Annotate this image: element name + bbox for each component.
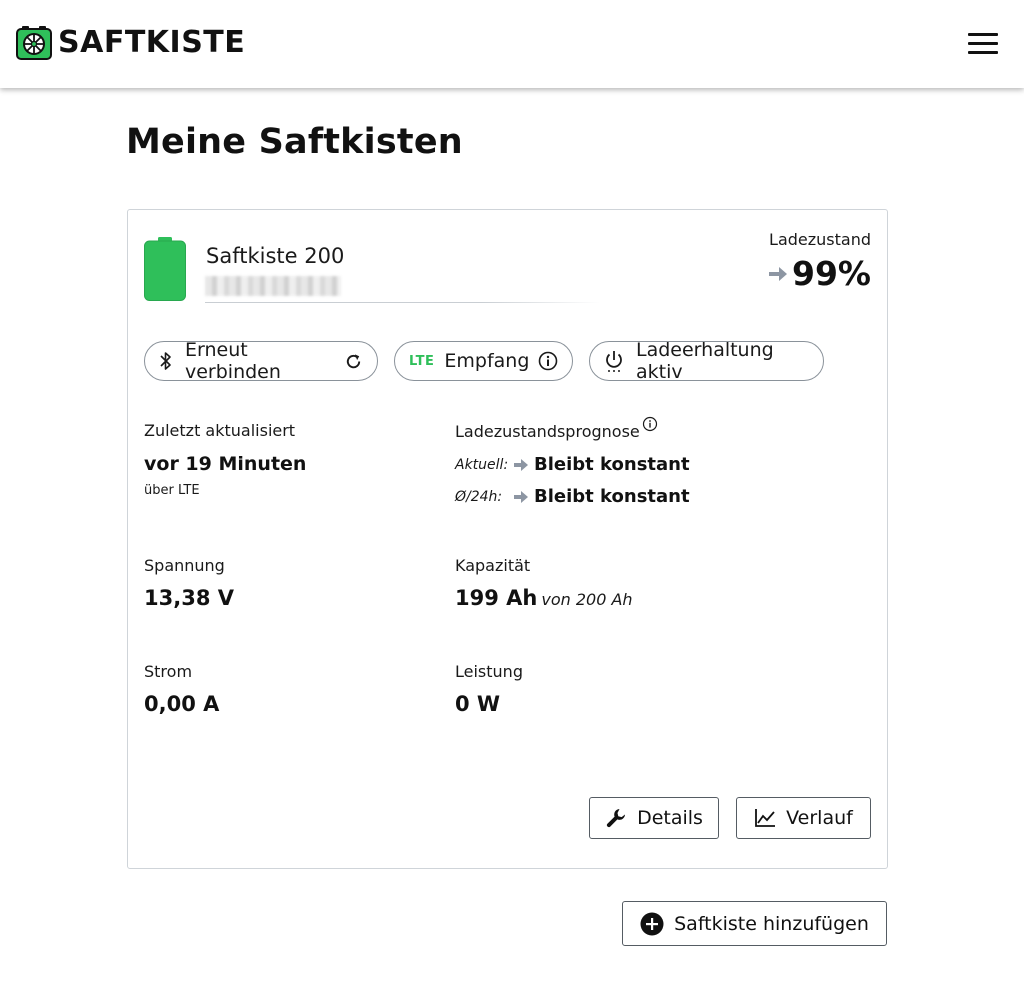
battery-full-icon <box>144 237 186 301</box>
top-bar: SAFTKISTE <box>0 0 1024 88</box>
last-updated-label: Zuletzt aktualisiert <box>144 421 296 440</box>
history-label: Verlauf <box>786 807 853 829</box>
details-button[interactable]: Details <box>589 797 719 839</box>
capacity-value-group: 199 Ah von 200 Ah <box>455 586 633 610</box>
add-saftkiste-button[interactable]: Saftkiste hinzufügen <box>622 901 887 946</box>
capacity-value: 199 Ah <box>455 586 538 610</box>
device-card: Saftkiste 200 Ladezustand 99% Erneut ver… <box>127 209 888 869</box>
last-updated-via: über LTE <box>144 483 200 498</box>
soc-label: Ladezustand <box>769 230 871 249</box>
forecast-current-key: Aktuell: <box>455 456 509 473</box>
capacity-label: Kapazität <box>455 556 531 575</box>
voltage-label: Spannung <box>144 556 225 575</box>
reception-label: Empfang <box>444 350 530 372</box>
soc-value: 99% <box>792 254 871 293</box>
plus-circle-icon <box>640 912 664 935</box>
reconnect-button[interactable]: Erneut verbinden <box>144 339 378 383</box>
info-icon[interactable] <box>642 416 658 432</box>
arrow-right-icon <box>514 458 528 471</box>
page-title: Meine Saftkisten <box>126 122 463 162</box>
power-icon <box>604 350 624 372</box>
lte-badge: LTE <box>409 353 435 369</box>
charge-maintenance-label: Ladeerhaltung aktiv <box>636 339 774 383</box>
bluetooth-icon <box>159 351 173 371</box>
saftkiste-logo-icon <box>16 26 52 60</box>
power-value: 0 W <box>455 692 501 716</box>
current-label: Strom <box>144 662 193 681</box>
charge-maintenance-button[interactable]: Ladeerhaltung aktiv <box>589 339 824 383</box>
forecast-avg-key: Ø/24h: <box>455 488 503 505</box>
forecast-avg-row: Ø/24h: Bleibt konstant <box>455 486 690 507</box>
soc-value-group: 99% <box>768 254 871 293</box>
refresh-icon <box>344 352 363 371</box>
device-name: Saftkiste 200 <box>206 244 345 268</box>
wrench-icon <box>606 809 626 828</box>
forecast-current-value: Bleibt konstant <box>534 454 690 475</box>
last-updated-value: vor 19 Minuten <box>144 453 307 475</box>
hamburger-menu-icon[interactable] <box>968 33 998 57</box>
info-icon[interactable] <box>538 351 558 371</box>
brand-name: SAFTKISTE <box>58 25 246 60</box>
arrow-right-icon <box>769 266 787 281</box>
capacity-total: von 200 Ah <box>541 590 633 609</box>
voltage-value: 13,38 V <box>144 586 234 610</box>
power-label: Leistung <box>455 662 523 681</box>
forecast-heading: Ladezustandsprognose <box>455 416 658 441</box>
divider <box>205 302 600 303</box>
add-saftkiste-label: Saftkiste hinzufügen <box>674 912 869 935</box>
details-label: Details <box>637 807 703 829</box>
arrow-right-icon <box>514 490 528 503</box>
brand-logo[interactable]: SAFTKISTE <box>16 26 245 60</box>
redacted-serial <box>205 276 341 296</box>
reception-button[interactable]: LTE Empfang <box>394 341 573 381</box>
forecast-label: Ladezustandsprognose <box>455 422 640 441</box>
reconnect-label: Erneut verbinden <box>185 339 281 383</box>
current-value: 0,00 A <box>144 692 220 716</box>
history-button[interactable]: Verlauf <box>736 797 871 839</box>
forecast-current-row: Aktuell: Bleibt konstant <box>455 454 690 475</box>
forecast-avg-value: Bleibt konstant <box>534 486 690 507</box>
line-chart-icon <box>755 809 776 827</box>
